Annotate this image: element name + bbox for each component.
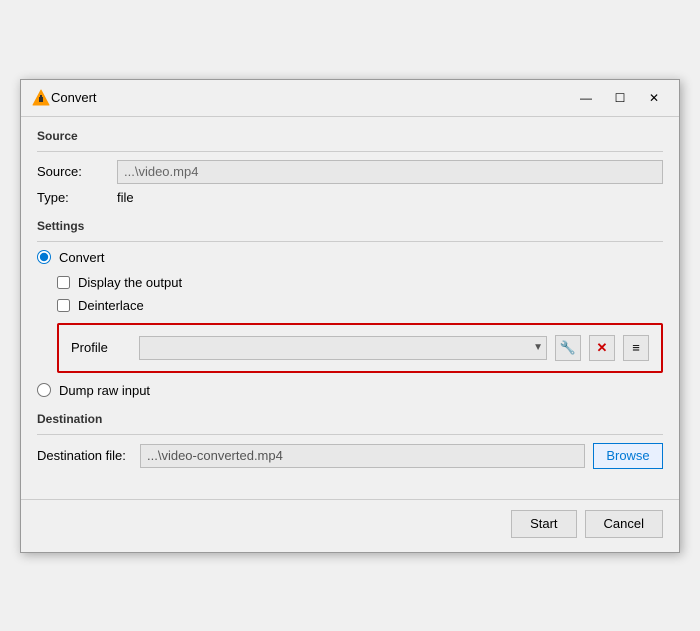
convert-radio[interactable] <box>37 250 51 264</box>
list-icon: ≡ <box>632 340 640 355</box>
source-section-label: Source <box>37 129 663 143</box>
wrench-icon: 🔧 <box>560 340 576 356</box>
vlc-icon <box>31 88 51 108</box>
convert-radio-label: Convert <box>59 250 105 265</box>
delete-icon: ✕ <box>597 340 608 356</box>
browse-button[interactable]: Browse <box>593 443 663 469</box>
destination-section-label: Destination <box>37 412 663 426</box>
profile-select-wrapper: ▼ <box>139 336 547 360</box>
profile-box: Profile ▼ 🔧 ✕ ≡ <box>57 323 663 373</box>
profile-edit-button[interactable]: 🔧 <box>555 335 581 361</box>
type-label: Type: <box>37 190 117 205</box>
destination-row: Destination file: Browse <box>37 443 663 469</box>
settings-section-label: Settings <box>37 219 663 233</box>
close-button[interactable]: ✕ <box>639 88 669 108</box>
settings-divider <box>37 241 663 242</box>
dump-radio-label: Dump raw input <box>59 383 150 398</box>
source-input[interactable] <box>117 160 663 184</box>
dump-radio[interactable] <box>37 383 51 397</box>
source-label: Source: <box>37 164 117 179</box>
destination-divider <box>37 434 663 435</box>
main-content: Source Source: Type: file Settings Conve… <box>21 117 679 485</box>
source-divider <box>37 151 663 152</box>
deinterlace-checkbox[interactable] <box>57 299 70 312</box>
title-bar-controls: — ☐ ✕ <box>571 88 669 108</box>
display-output-row: Display the output <box>57 275 663 290</box>
dest-file-input[interactable] <box>140 444 585 468</box>
deinterlace-row: Deinterlace <box>57 298 663 313</box>
title-bar: Convert — ☐ ✕ <box>21 80 679 117</box>
dest-file-label: Destination file: <box>37 448 132 463</box>
footer: Start Cancel <box>21 499 679 552</box>
destination-section: Destination Destination file: Browse <box>37 412 663 469</box>
display-output-label: Display the output <box>78 275 182 290</box>
profile-select[interactable] <box>139 336 547 360</box>
convert-radio-row: Convert <box>37 250 663 265</box>
start-button[interactable]: Start <box>511 510 576 538</box>
maximize-button[interactable]: ☐ <box>605 88 635 108</box>
profile-label: Profile <box>71 340 131 355</box>
profile-list-button[interactable]: ≡ <box>623 335 649 361</box>
cancel-button[interactable]: Cancel <box>585 510 663 538</box>
source-row: Source: <box>37 160 663 184</box>
settings-section: Settings Convert Display the output Dein… <box>37 219 663 398</box>
window-title: Convert <box>51 90 571 105</box>
dump-radio-row: Dump raw input <box>37 383 663 398</box>
profile-delete-button[interactable]: ✕ <box>589 335 615 361</box>
display-output-checkbox[interactable] <box>57 276 70 289</box>
convert-window: Convert — ☐ ✕ Source Source: Type: file … <box>20 79 680 553</box>
deinterlace-label: Deinterlace <box>78 298 144 313</box>
source-section: Source Source: Type: file <box>37 129 663 205</box>
type-row: Type: file <box>37 190 663 205</box>
minimize-button[interactable]: — <box>571 88 601 108</box>
type-value: file <box>117 190 134 205</box>
